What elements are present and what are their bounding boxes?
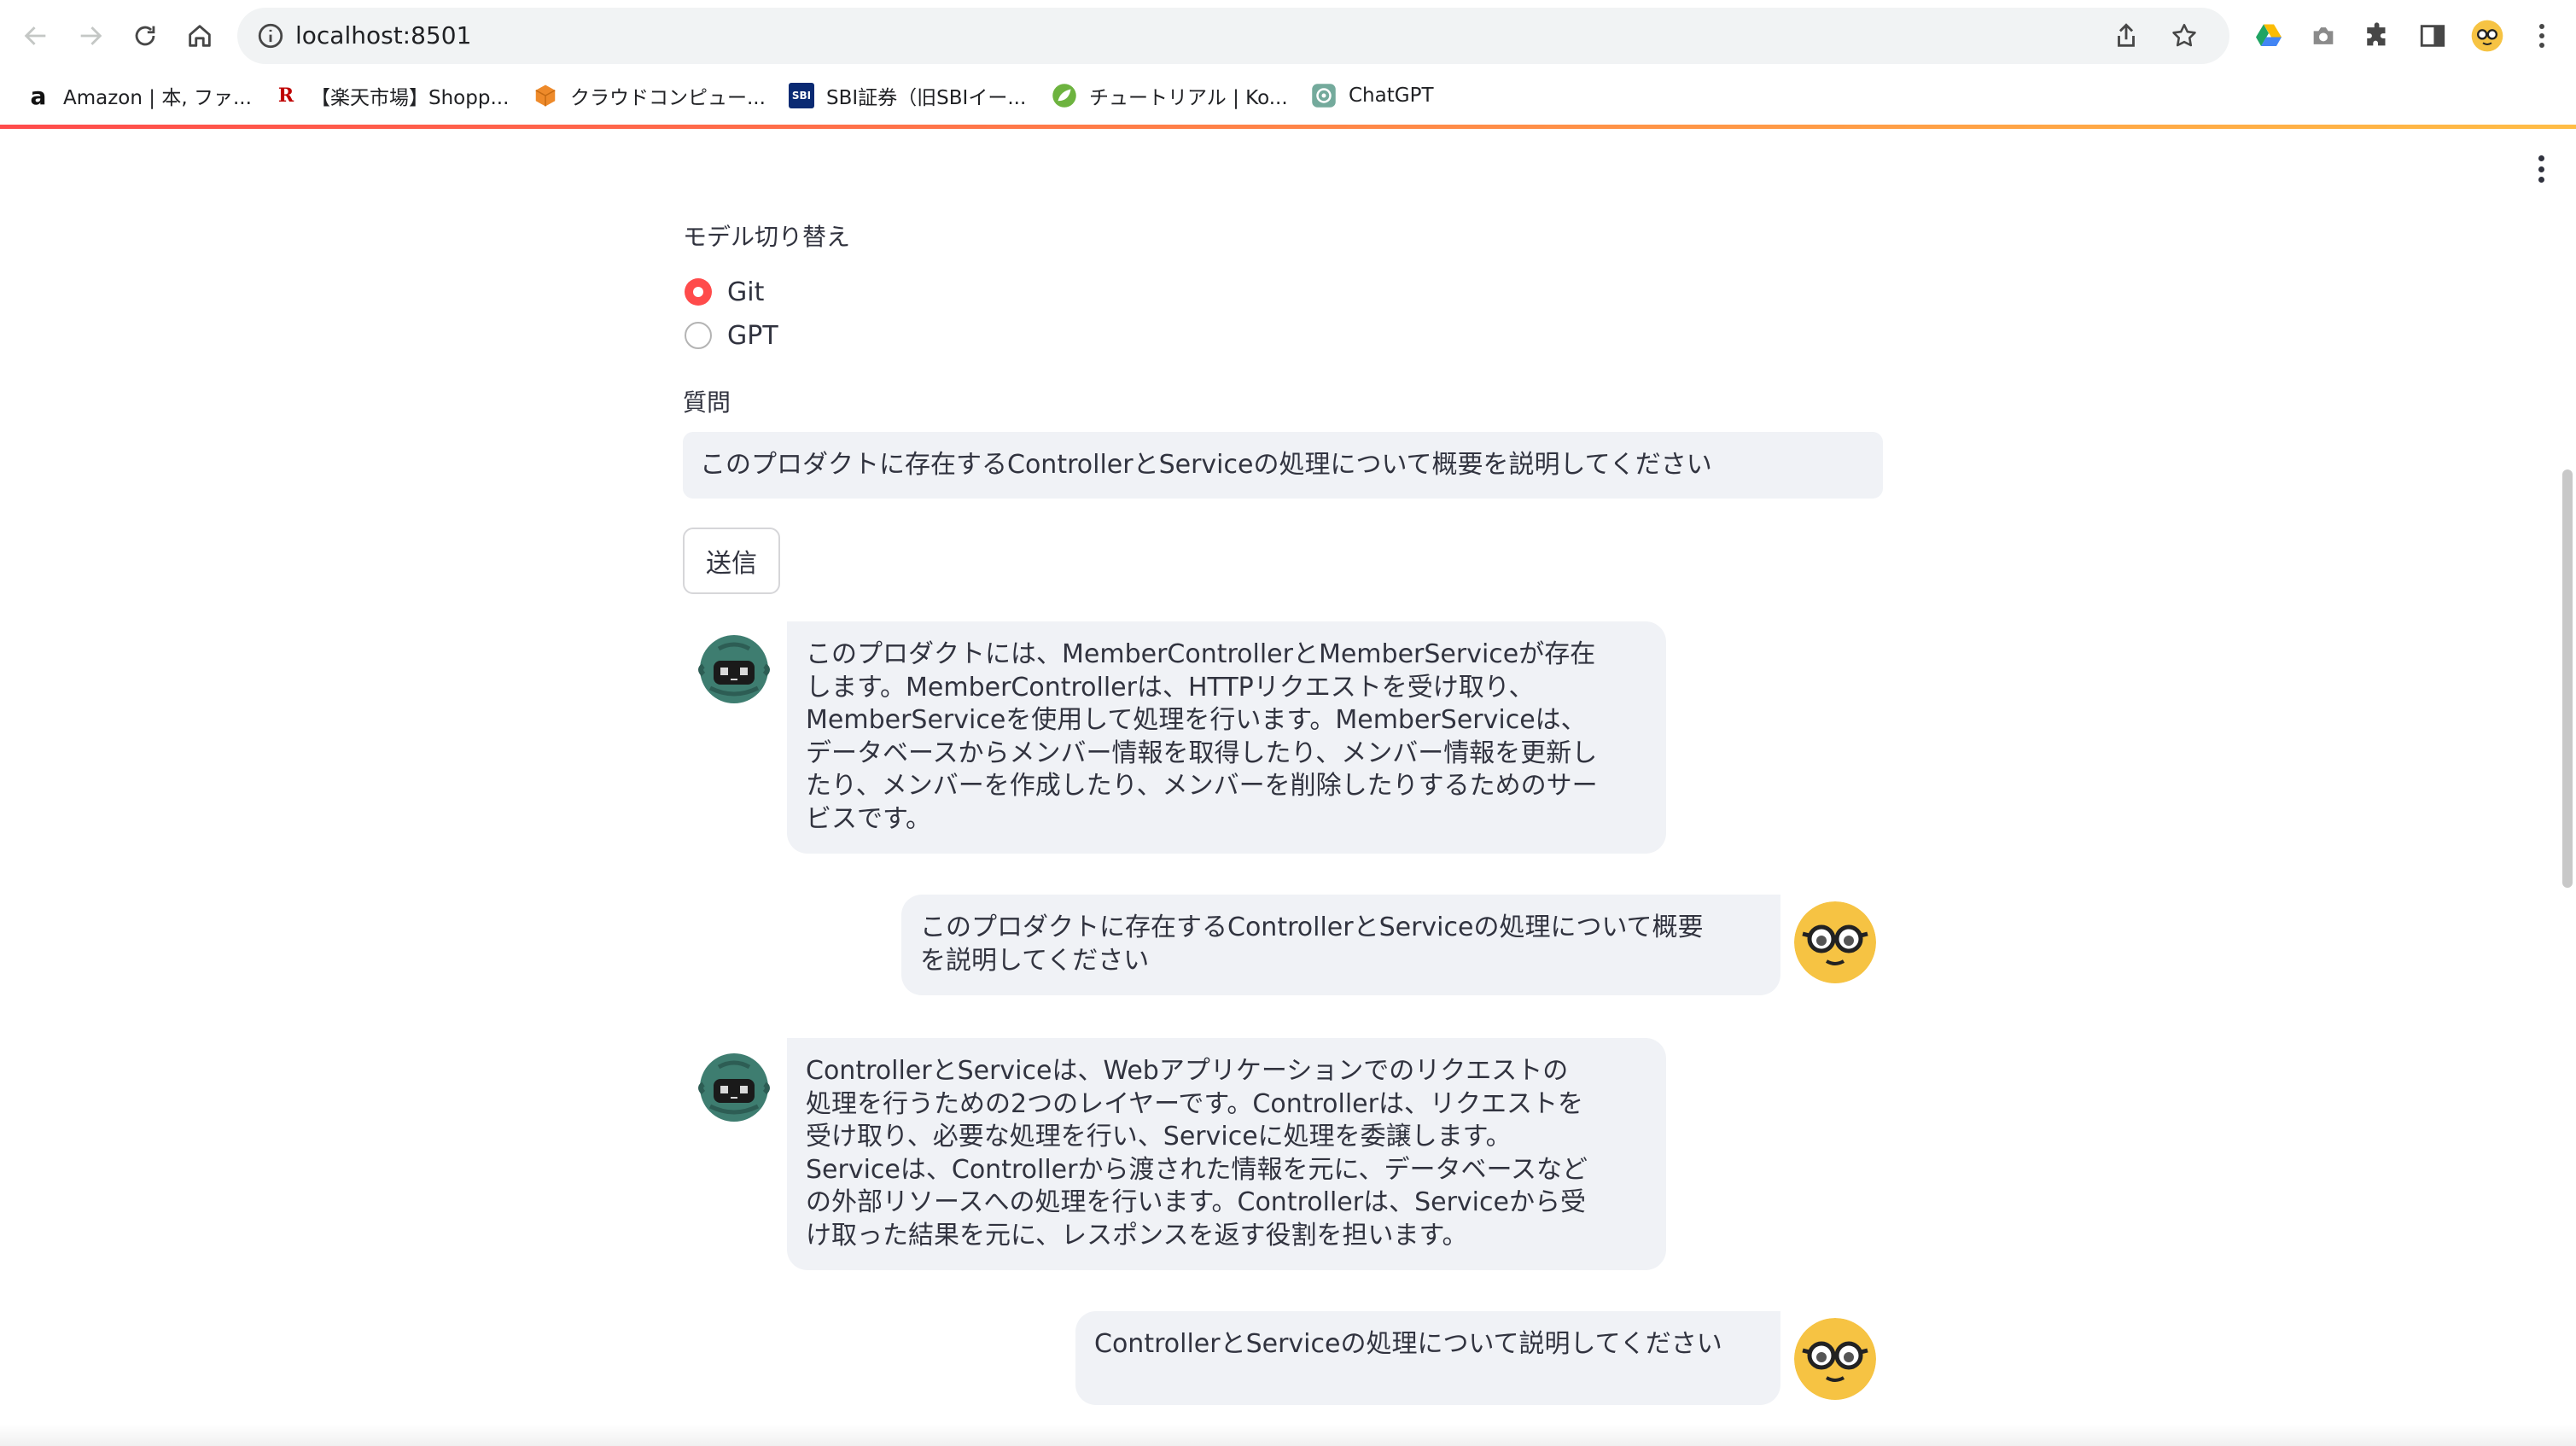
share-icon[interactable] — [2112, 21, 2141, 50]
robot-avatar — [693, 628, 775, 710]
message-line: ビスです。 — [806, 803, 931, 834]
message-line: Serviceは、Controllerから渡された情報を元に、データベースなど — [806, 1154, 1588, 1185]
back-button[interactable] — [15, 15, 56, 56]
amazon-icon: a — [30, 81, 47, 110]
arrow-left-icon — [24, 26, 46, 45]
bottom-shadow — [0, 1424, 2576, 1446]
side-panel-icon[interactable] — [2416, 19, 2450, 53]
bookmark-cloud[interactable]: クラウドコンピュー... — [533, 79, 766, 113]
message-line: します。MemberControllerは、HTTPリクエストを受け取り、 — [806, 672, 1535, 703]
chat-message-bot: このプロダクトには、MemberControllerとMemberService… — [787, 621, 1666, 854]
model-switch-label: モデル切り替え — [683, 223, 851, 251]
leaf-icon — [1052, 83, 1077, 108]
cloud-box-icon — [533, 83, 558, 108]
message-line: このプロダクトに存在するControllerとServiceの処理について概要 — [920, 912, 1704, 942]
radio-option-gpt[interactable]: GPT — [685, 318, 778, 353]
app-main-menu-button[interactable] — [2528, 152, 2554, 186]
bookmark-sbi[interactable]: SBI SBI証券（旧SBIイー... — [789, 79, 1026, 113]
question-input[interactable]: このプロダクトに存在するControllerとServiceの処理について概要を… — [683, 432, 1883, 499]
robot-icon — [698, 1053, 770, 1122]
url-text[interactable]: localhost:8501 — [295, 21, 471, 50]
message-line: を説明してください — [920, 945, 1150, 976]
chat-message-user: このプロダクトに存在するControllerとServiceの処理について概要 … — [901, 895, 1780, 995]
bookmarks-bar: a Amazon | 本, ファ... R 【楽天市場】Shopp... クラウ… — [0, 75, 2576, 116]
page-scrollbar[interactable] — [2562, 469, 2573, 888]
glasses-face-avatar — [1794, 1318, 1876, 1400]
radio-label: Git — [727, 277, 765, 307]
radio-label: GPT — [727, 320, 778, 351]
message-line: ControllerとServiceの処理について説明してください — [1094, 1329, 1722, 1359]
profile-avatar-icon[interactable] — [2470, 19, 2504, 53]
star-icon[interactable] — [2170, 21, 2199, 50]
home-icon — [189, 25, 211, 47]
browser-menu-icon[interactable] — [2525, 19, 2559, 53]
message-line: たり、メンバーを作成したり、メンバーを削除したりするためのサー — [806, 771, 1598, 801]
bookmark-amazon[interactable]: a Amazon | 本, ファ... — [26, 79, 252, 113]
radio-option-git[interactable]: Git — [685, 275, 764, 309]
google-drive-icon[interactable] — [2252, 19, 2286, 53]
bookmark-label: SBI証券（旧SBIイー... — [826, 87, 1027, 109]
message-line: データベースからメンバー情報を取得したり、メンバー情報を更新し — [806, 738, 1598, 768]
glasses-face-icon — [1794, 901, 1876, 983]
glasses-face-avatar — [1794, 901, 1876, 983]
chat-message-user: ControllerとServiceの処理について説明してください — [1075, 1311, 1780, 1405]
bookmark-label: ChatGPT — [1349, 85, 1434, 107]
camera-icon[interactable] — [2306, 19, 2340, 53]
chat-message-bot: ControllerとServiceは、Webアプリケーションでのリクエストの … — [787, 1038, 1666, 1270]
home-button[interactable] — [179, 15, 220, 56]
browser-chrome: localhost:8501 a Amazon | 本, ファ... R 【楽天… — [0, 0, 2576, 126]
message-line: け取った結果を元に、レスポンスを返す役割を担います。 — [806, 1220, 1468, 1251]
question-label: 質問 — [683, 388, 731, 417]
info-icon[interactable] — [256, 21, 285, 50]
bookmark-tutorial[interactable]: チュートリアル | Ko... — [1052, 79, 1288, 113]
rakuten-icon: R — [277, 85, 294, 107]
bookmark-label: 【楽天市場】Shopp... — [311, 87, 510, 109]
message-line: ControllerとServiceは、Webアプリケーションでのリクエストの — [806, 1056, 1569, 1086]
message-line: MemberServiceを使用して処理を行います。MemberServiceは… — [806, 705, 1587, 735]
radio-selected-icon[interactable] — [685, 278, 712, 306]
browser-toolbar: localhost:8501 — [0, 0, 2576, 72]
bookmark-chatgpt[interactable]: ChatGPT — [1311, 79, 1434, 113]
bookmark-label: Amazon | 本, ファ... — [63, 87, 252, 109]
bookmark-label: チュートリアル | Ko... — [1089, 87, 1288, 109]
message-line: 処理を行うための2つのレイヤーです。Controllerは、リクエストを — [806, 1088, 1583, 1119]
reload-icon — [135, 26, 155, 46]
extensions-puzzle-icon[interactable] — [2361, 19, 2395, 53]
main-content: モデル切り替え Git GPT 質問 このプロダクトに存在するControlle… — [683, 128, 1886, 1446]
chatgpt-icon — [1311, 83, 1337, 108]
forward-button[interactable] — [70, 15, 111, 56]
message-line: の外部リソースへの処理を行います。Controllerは、Serviceから受 — [806, 1187, 1586, 1217]
send-button[interactable]: 送信 — [683, 528, 780, 594]
message-line: このプロダクトには、MemberControllerとMemberService… — [806, 639, 1596, 669]
sbi-icon: SBI — [789, 83, 814, 108]
radio-unselected-icon[interactable] — [685, 322, 712, 349]
address-bar[interactable]: localhost:8501 — [237, 8, 2229, 64]
glasses-face-icon — [1794, 1318, 1876, 1400]
robot-icon — [698, 635, 770, 703]
bookmark-label: クラウドコンピュー... — [570, 87, 766, 109]
bookmark-rakuten[interactable]: R 【楽天市場】Shopp... — [273, 79, 510, 113]
arrow-right-icon — [80, 26, 102, 45]
robot-avatar — [693, 1047, 775, 1128]
message-line: 受け取り、必要な処理を行い、Serviceに処理を委譲します。 — [806, 1122, 1512, 1152]
reload-button[interactable] — [125, 15, 166, 56]
